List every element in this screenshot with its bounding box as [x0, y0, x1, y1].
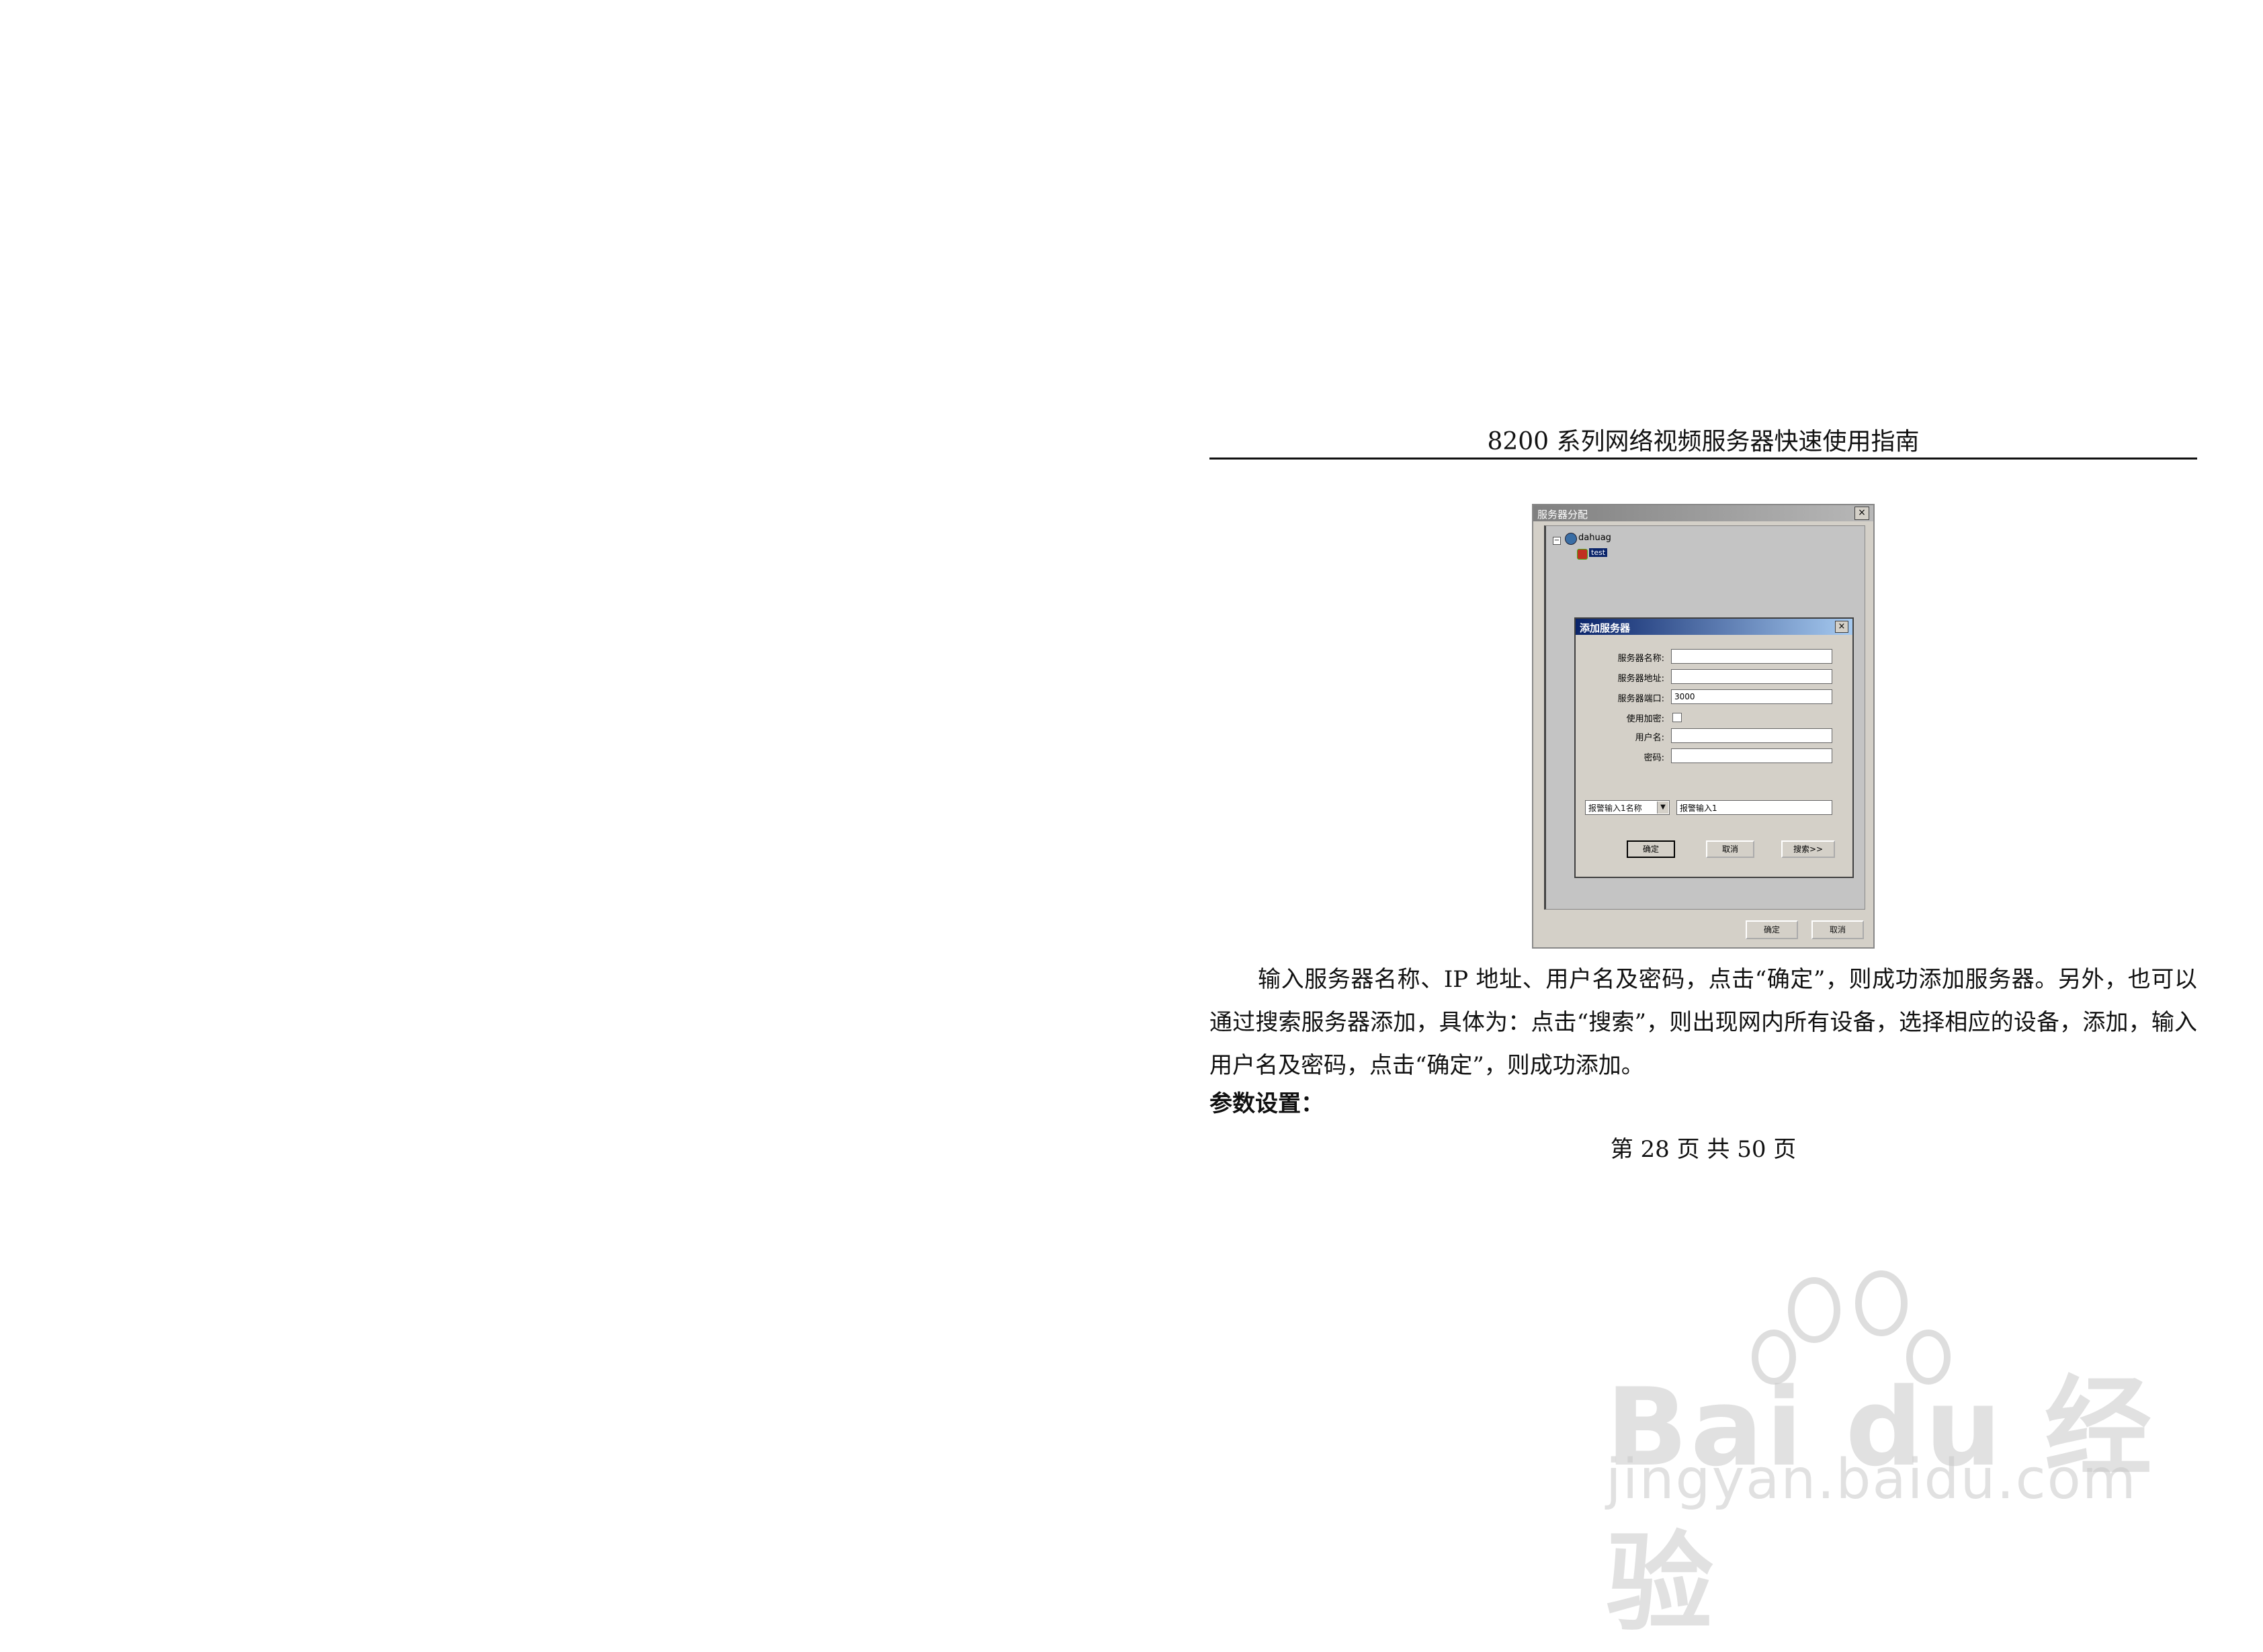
dialog-close-icon[interactable]: ×	[1835, 621, 1848, 633]
tree-root-label[interactable]: dahuag	[1578, 533, 1611, 543]
server-node-icon	[1577, 549, 1588, 560]
server-port-input[interactable]	[1671, 689, 1832, 704]
server-address-input[interactable]	[1671, 669, 1832, 684]
dialog-ok-button[interactable]: 确定	[1627, 840, 1675, 858]
chevron-down-icon[interactable]: ▼	[1657, 801, 1668, 814]
server-name-input[interactable]	[1671, 649, 1832, 664]
body-paragraph: 输入服务器名称、IP 地址、用户名及密码，点击“确定”，则成功添加服务器。另外，…	[1209, 966, 2197, 1079]
server-port-label: 服务器端口:	[1617, 694, 1664, 704]
dialog-title: 添加服务器	[1580, 622, 1631, 634]
alarm-input-name-field[interactable]	[1676, 800, 1832, 815]
window-cancel-button[interactable]: 取消	[1811, 920, 1864, 939]
section-title: 参数设置：	[1209, 1090, 1324, 1117]
alarm-input-select[interactable]: 报警输入1名称 ▼	[1585, 800, 1670, 815]
watermark-url: jingyan.baidu.com	[1606, 1448, 2137, 1512]
network-node-icon	[1565, 533, 1577, 545]
server-address-label: 服务器地址:	[1617, 674, 1664, 684]
dialog-cancel-button[interactable]: 取消	[1706, 840, 1754, 858]
tree-child-label[interactable]: test	[1589, 548, 1608, 557]
header-rule	[1209, 458, 2197, 460]
add-server-dialog: 添加服务器 × 服务器名称: 服务器地址: 服务器端口: 使用加密: 用户名: …	[1574, 617, 1854, 878]
window-ok-button[interactable]: 确定	[1746, 920, 1798, 939]
window-title: 服务器分配	[1537, 509, 1588, 521]
server-name-label: 服务器名称:	[1617, 654, 1664, 664]
tree-expander-icon[interactable]: −	[1553, 537, 1561, 545]
document-header: 8200 系列网络视频服务器快速使用指南	[1487, 428, 1920, 455]
page-number: 第 28 页 共 50 页	[1610, 1136, 1797, 1163]
window-close-icon[interactable]: ×	[1854, 507, 1869, 520]
password-label: 密码:	[1643, 753, 1664, 763]
username-input[interactable]	[1671, 728, 1832, 743]
password-input[interactable]	[1671, 748, 1832, 763]
dialog-search-button[interactable]: 搜索>>	[1781, 840, 1835, 858]
use-encryption-checkbox[interactable]	[1672, 713, 1682, 722]
server-tree: − dahuag test 添加服务器 × 服务器名称: 服务器地址: 服务器端…	[1544, 525, 1865, 910]
alarm-select-value: 报警输入1名称	[1588, 803, 1642, 813]
use-encryption-label: 使用加密:	[1626, 714, 1664, 724]
window-titlebar: 服务器分配 ×	[1533, 505, 1873, 521]
embedded-screenshot: 服务器分配 × − dahuag test 添加服务器 × 服务器名称: 服务器…	[1532, 504, 1875, 949]
username-label: 用户名:	[1635, 733, 1664, 743]
dialog-titlebar: 添加服务器 ×	[1576, 619, 1852, 635]
